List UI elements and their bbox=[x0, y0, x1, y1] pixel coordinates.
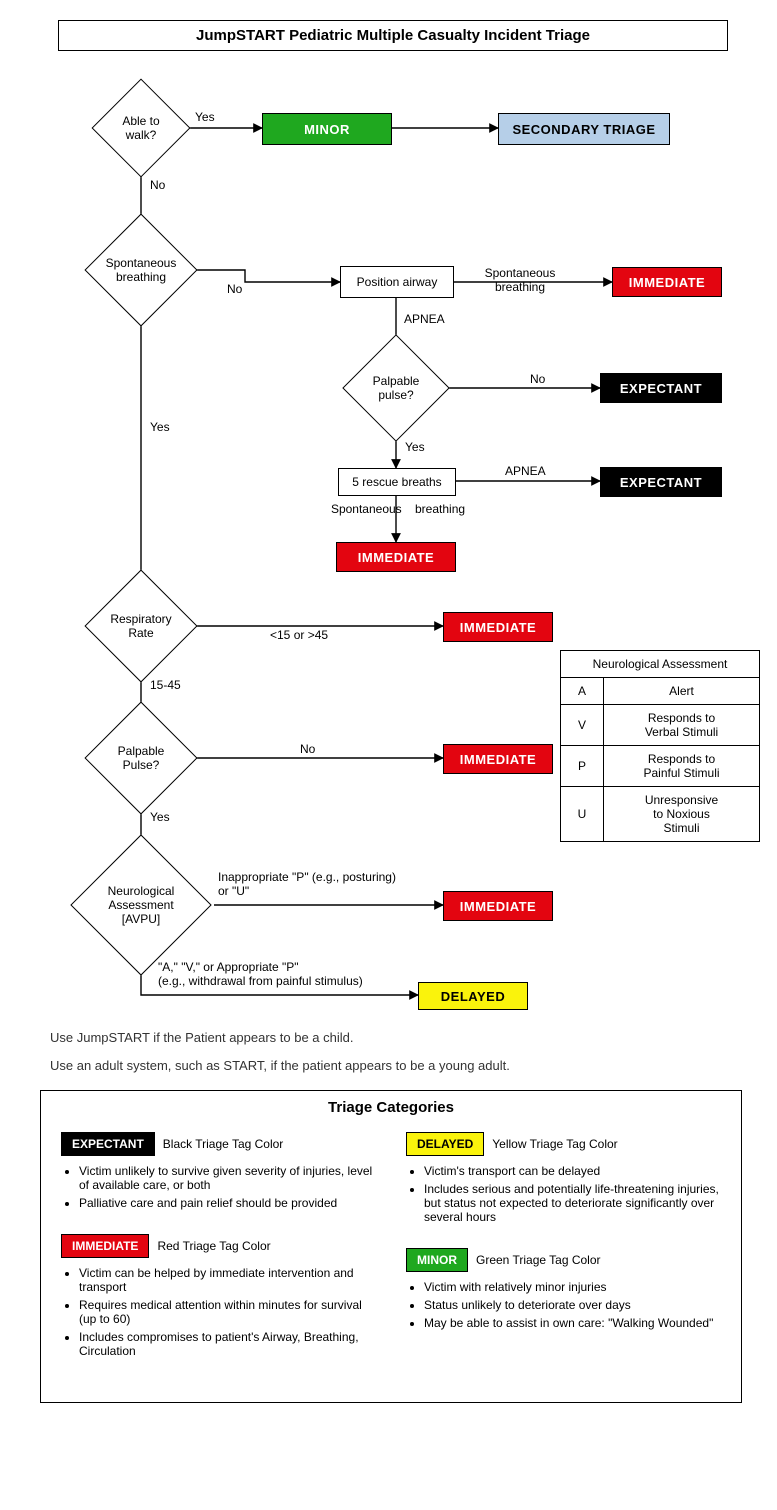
edge-pp1-yes: Yes bbox=[405, 440, 425, 454]
tag-immediate-pulse: IMMEDIATE bbox=[443, 744, 553, 774]
avpu-header: Neurological Assessment bbox=[561, 651, 760, 678]
tag-secondary-triage: SECONDARY TRIAGE bbox=[498, 113, 670, 145]
edge-neuro-bad: Inappropriate "P" (e.g., posturing) or "… bbox=[218, 870, 448, 898]
tag-immediate-airway: IMMEDIATE bbox=[612, 267, 722, 297]
legend-minor: MINOR Green Triage Tag Color Victim with… bbox=[406, 1248, 721, 1330]
usage-note-adult: Use an adult system, such as START, if t… bbox=[50, 1058, 510, 1073]
tag-immediate-neuro: IMMEDIATE bbox=[443, 891, 553, 921]
edge-pa-spont: Spontaneous breathing bbox=[470, 266, 570, 294]
usage-note-child: Use JumpSTART if the Patient appears to … bbox=[50, 1030, 354, 1045]
edge-pa-apnea: APNEA bbox=[404, 312, 445, 326]
legend-immediate: IMMEDIATE Red Triage Tag Color Victim ca… bbox=[61, 1234, 376, 1358]
step-rescue-breaths: 5 rescue breaths bbox=[338, 468, 456, 496]
edge-pp1-no: No bbox=[530, 372, 545, 386]
edge-rr-good: 15-45 bbox=[150, 678, 181, 692]
legend-title: Triage Categories bbox=[41, 1099, 741, 1116]
edge-pp2-yes: Yes bbox=[150, 810, 170, 824]
edge-walk-yes: Yes bbox=[195, 110, 215, 124]
diagram-title: JumpSTART Pediatric Multiple Casualty In… bbox=[58, 20, 728, 51]
tag-minor: MINOR bbox=[262, 113, 392, 145]
edge-sb-no: No bbox=[227, 282, 242, 296]
triage-categories-legend: Triage Categories EXPECTANT Black Triage… bbox=[40, 1090, 742, 1403]
tag-delayed: DELAYED bbox=[418, 982, 528, 1010]
tag-expectant-2: EXPECTANT bbox=[600, 467, 722, 497]
edge-neuro-good: "A," "V," or Appropriate "P" (e.g., with… bbox=[158, 960, 428, 988]
edge-walk-no: No bbox=[150, 178, 165, 192]
legend-delayed: DELAYED Yellow Triage Tag Color Victim's… bbox=[406, 1132, 721, 1224]
edge-rescue-apnea: APNEA bbox=[505, 464, 546, 478]
edge-sb-yes: Yes bbox=[150, 420, 170, 434]
legend-expectant: EXPECTANT Black Triage Tag Color Victim … bbox=[61, 1132, 376, 1210]
tag-immediate-rescue: IMMEDIATE bbox=[336, 542, 456, 572]
edge-rescue-spont: Spontaneous breathing bbox=[318, 502, 478, 516]
avpu-table: Neurological Assessment AAlert VResponds… bbox=[560, 650, 760, 842]
edge-pp2-no: No bbox=[300, 742, 315, 756]
tag-expectant-1: EXPECTANT bbox=[600, 373, 722, 403]
step-position-airway: Position airway bbox=[340, 266, 454, 298]
tag-immediate-rr: IMMEDIATE bbox=[443, 612, 553, 642]
edge-rr-bad: <15 or >45 bbox=[270, 628, 328, 642]
